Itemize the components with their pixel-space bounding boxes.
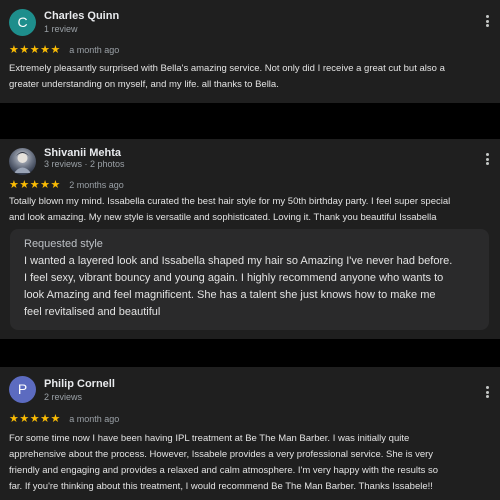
review-text-line: friendly and engaging and provides a rel… — [9, 465, 439, 476]
star-rating: ★★★★★ — [9, 179, 61, 192]
reviewer-meta: 2 reviews — [44, 392, 83, 402]
rating-row: ★★★★★ 2 months ago — [9, 176, 124, 192]
review-text: Totally blown my mind. Issabella curated… — [9, 194, 491, 226]
requested-style-line: I feel sexy, vibrant bouncy and young ag… — [24, 272, 444, 284]
avatar[interactable]: P — [9, 376, 36, 403]
requested-style-text: I wanted a layered look and Issabella sh… — [24, 253, 489, 321]
requested-style-line: feel revitalised and beautiful — [24, 306, 161, 318]
requested-style-line: I wanted a layered look and Issabella sh… — [24, 255, 453, 267]
requested-style-title: Requested style — [24, 238, 103, 250]
review-text-line: and look amazing. My new style is versat… — [9, 212, 437, 223]
requested-style-line: look Amazing and feel magnificent. She h… — [24, 289, 436, 301]
avatar[interactable]: C — [9, 9, 36, 36]
requested-style-box: Requested style I wanted a layered look … — [10, 229, 489, 330]
more-vert-icon[interactable] — [484, 153, 490, 167]
more-vert-icon[interactable] — [484, 386, 490, 400]
review-time: 2 months ago — [69, 179, 124, 190]
reviewer-meta: 3 reviews · 2 photos — [44, 159, 125, 169]
star-rating: ★★★★★ — [9, 413, 61, 426]
review-text-line: Extremely pleasantly surprised with Bell… — [9, 63, 445, 74]
review-text-line: far. If you're thinking about this treat… — [9, 481, 433, 492]
more-vert-icon[interactable] — [484, 15, 490, 29]
review-card: C Charles Quinn 1 review ★★★★★ a month a… — [0, 0, 500, 103]
review-text-line: For some time now I have been having IPL… — [9, 433, 410, 444]
reviewer-meta: 1 review — [44, 24, 78, 34]
rating-row: ★★★★★ a month ago — [9, 41, 120, 57]
review-text-line: Totally blown my mind. Issabella curated… — [9, 196, 451, 207]
reviewer-name[interactable]: Charles Quinn — [44, 10, 119, 22]
reviewer-name[interactable]: Shivanii Mehta — [44, 147, 121, 159]
avatar-photo-icon — [14, 152, 31, 173]
star-rating: ★★★★★ — [9, 44, 61, 57]
review-time: a month ago — [69, 44, 120, 55]
review-card: P Philip Cornell 2 reviews ★★★★★ a month… — [0, 367, 500, 500]
review-text: Extremely pleasantly surprised with Bell… — [9, 61, 491, 93]
review-text-line: apprehensive about the process. However,… — [9, 449, 434, 460]
rating-row: ★★★★★ a month ago — [9, 410, 120, 426]
avatar[interactable] — [9, 148, 36, 175]
review-text-line: greater understanding on myself, and my … — [9, 79, 279, 90]
review-text: For some time now I have been having IPL… — [9, 431, 491, 495]
review-time: a month ago — [69, 413, 120, 424]
reviewer-name[interactable]: Philip Cornell — [44, 378, 115, 390]
